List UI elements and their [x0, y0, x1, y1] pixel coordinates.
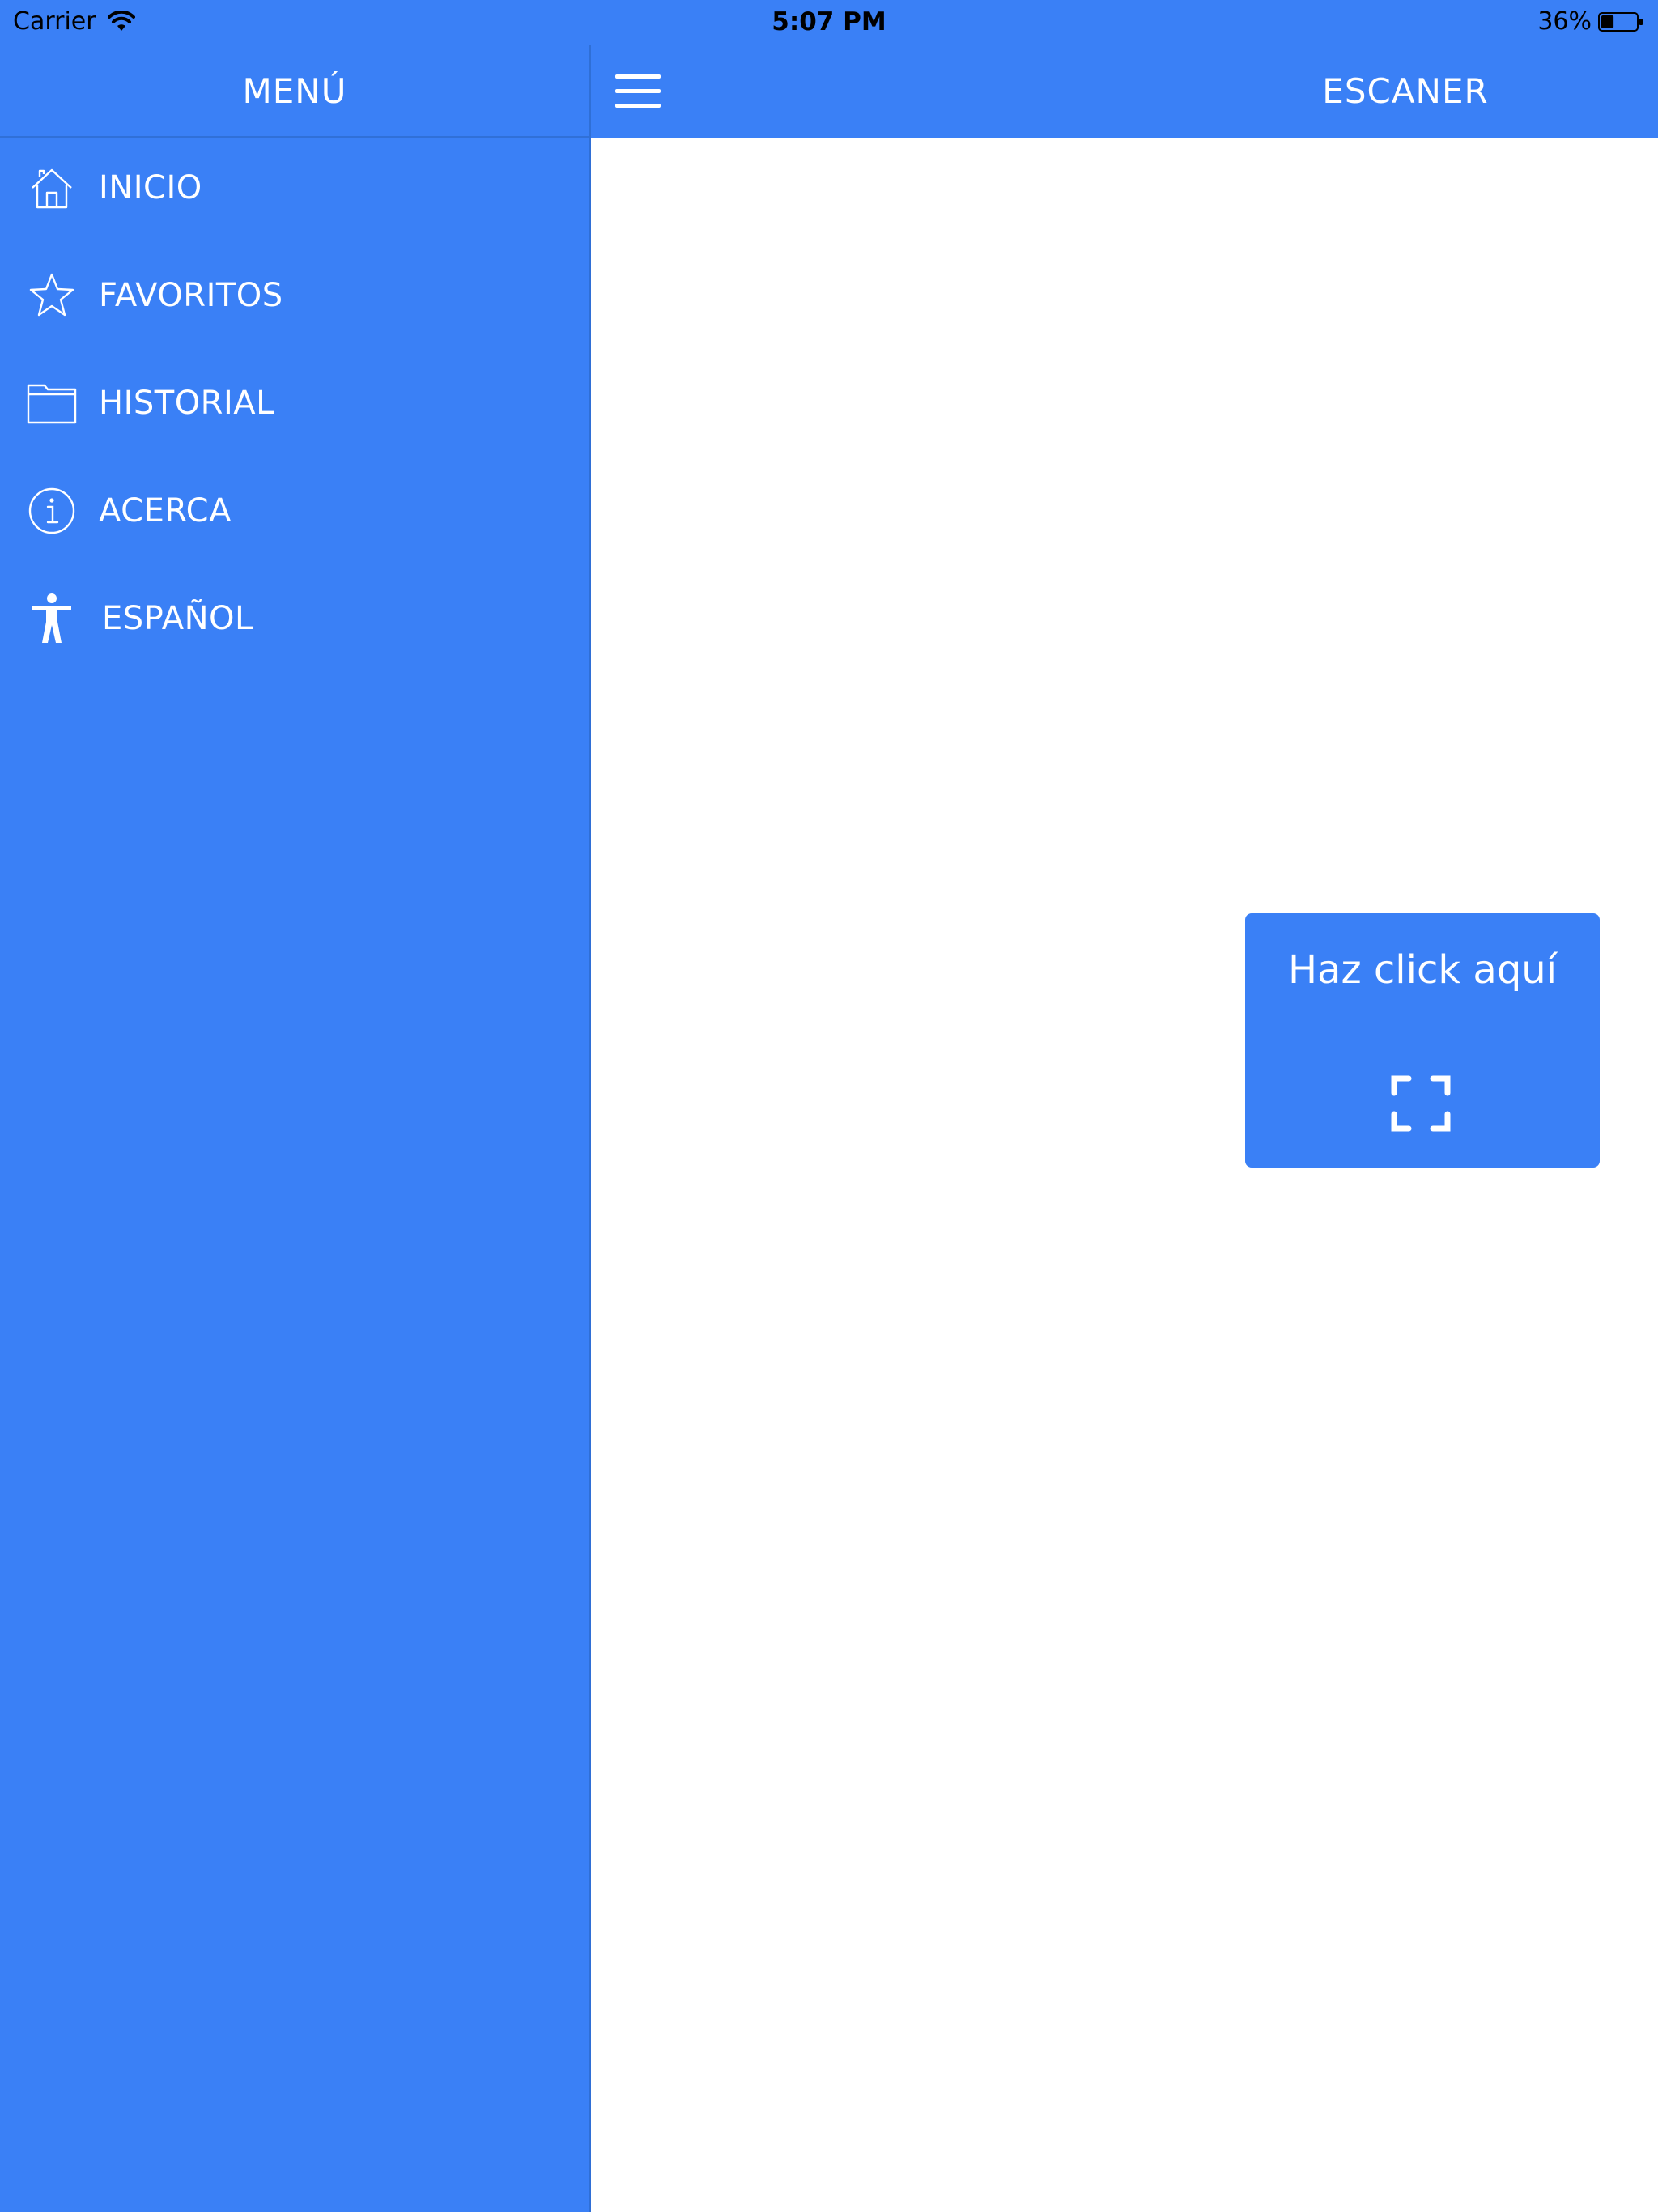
battery-icon: [1598, 11, 1643, 32]
status-time: 5:07 PM: [772, 7, 886, 36]
folder-icon: [26, 377, 78, 429]
home-icon: [26, 162, 78, 214]
menu-item-favoritos[interactable]: FAVORITOS: [0, 270, 589, 377]
battery-percent: 36%: [1537, 7, 1592, 36]
side-menu: MENÚ INICIO FAVORITOS HISTORIAL ACERCA E…: [0, 0, 591, 2212]
status-bar: Carrier 5:07 PM 36%: [0, 0, 1658, 45]
scan-button-label: Haz click aquí: [1287, 947, 1558, 993]
top-app-bar: ESCANER QR: [591, 45, 1658, 203]
menu-item-label: ESPAÑOL: [102, 600, 253, 637]
info-icon: [26, 485, 78, 537]
menu-item-acerca[interactable]: ACERCA: [0, 485, 589, 593]
menu-item-espanol[interactable]: ESPAÑOL: [0, 593, 589, 700]
menu-item-label: INICIO: [99, 169, 202, 206]
scan-qr-button[interactable]: Haz click aquí: [1245, 913, 1600, 1168]
hamburger-icon[interactable]: [615, 74, 661, 108]
menu-item-inicio[interactable]: INICIO: [0, 162, 589, 270]
accessibility-icon: [26, 593, 78, 644]
menu-item-label: FAVORITOS: [99, 277, 283, 314]
status-right: 36%: [1537, 7, 1643, 36]
scan-frame-icon: [1391, 1075, 1451, 1132]
menu-item-label: HISTORIAL: [99, 385, 274, 422]
menu-item-label: ACERCA: [99, 492, 232, 530]
page-title: ESCANER QR: [1322, 71, 1489, 203]
menu-item-historial[interactable]: HISTORIAL: [0, 377, 589, 485]
menu-list: INICIO FAVORITOS HISTORIAL ACERCA ESPAÑO…: [0, 162, 589, 700]
menu-title: MENÚ: [0, 45, 589, 138]
star-icon: [26, 270, 78, 321]
